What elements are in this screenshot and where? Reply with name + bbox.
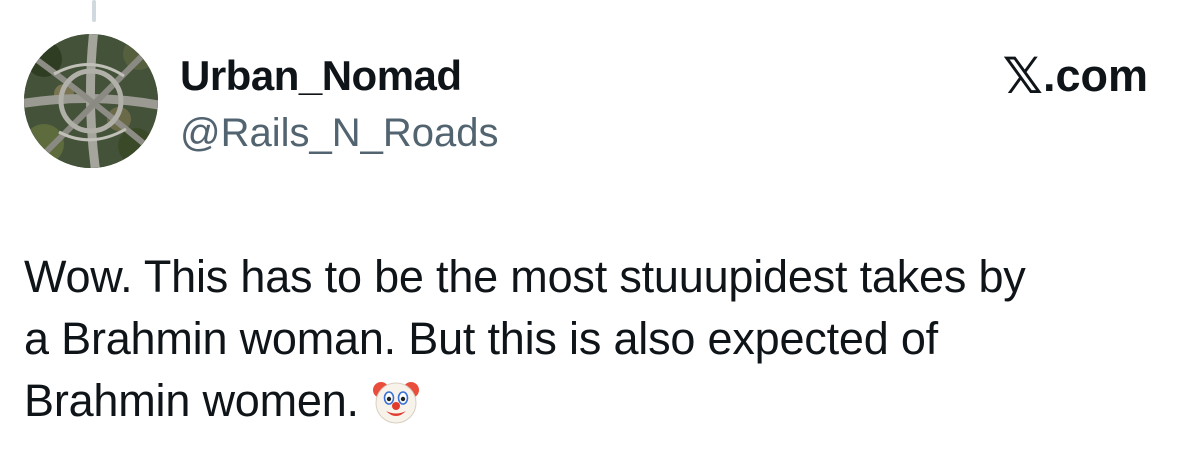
avatar[interactable]	[24, 34, 158, 168]
thread-connector-line	[92, 0, 96, 22]
highway-interchange-aerial-photo	[24, 34, 158, 168]
tweet-text: Wow. This has to be the most stuuupidest…	[24, 246, 1184, 442]
clown-face-emoji-icon	[371, 376, 421, 442]
tweet-line-last: Brahmin women.	[24, 370, 1184, 442]
author-display-name[interactable]: Urban_Nomad	[180, 50, 462, 102]
author-handle[interactable]: @Rails_N_Roads	[180, 108, 499, 158]
brand-watermark: 𝕏 .com	[1003, 50, 1148, 102]
brand-domain: .com	[1042, 50, 1148, 101]
tweet-line: a Brahmin woman. But this is also expect…	[24, 313, 938, 364]
tweet-line-text: Brahmin women.	[24, 375, 359, 426]
tweet-line: Wow. This has to be the most stuuupidest…	[24, 251, 1026, 302]
x-logo-icon: 𝕏	[1002, 48, 1043, 104]
